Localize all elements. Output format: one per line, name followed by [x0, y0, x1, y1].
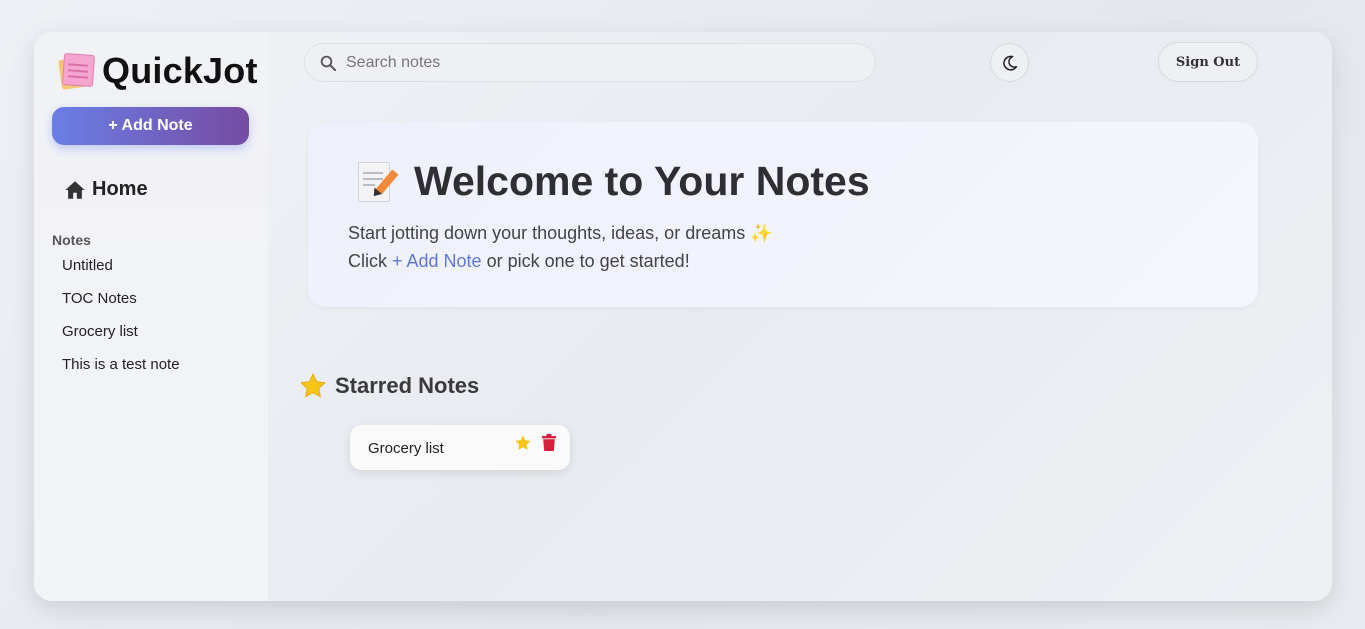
- welcome-subtitle: Start jotting down your thoughts, ideas,…: [348, 223, 773, 243]
- search-input[interactable]: [346, 53, 846, 72]
- starred-note-title: Grocery list: [368, 440, 444, 457]
- welcome-add-note-link[interactable]: + Add Note: [392, 251, 482, 271]
- home-icon: [65, 180, 85, 199]
- welcome-instructions: Click + Add Note or pick one to get star…: [348, 251, 690, 272]
- star-icon: [300, 373, 326, 398]
- sidebar-item-home-label: Home: [92, 178, 148, 200]
- sticky-notes-icon: [58, 52, 96, 90]
- app-logo: QuickJot: [58, 50, 258, 92]
- add-note-button[interactable]: + Add Note: [52, 107, 249, 145]
- notes-section-heading: Notes: [52, 232, 91, 248]
- note-list-item[interactable]: Untitled: [62, 257, 180, 290]
- app-window: QuickJot + Add Note Home Notes Untitled …: [34, 32, 1332, 601]
- welcome-title: Welcome to Your Notes: [356, 158, 870, 205]
- sidebar: QuickJot + Add Note Home Notes Untitled …: [34, 32, 268, 601]
- theme-toggle-button[interactable]: [990, 43, 1029, 82]
- sidebar-item-home[interactable]: Home: [64, 178, 148, 201]
- trash-icon[interactable]: [542, 434, 556, 451]
- welcome-instructions-suffix: or pick one to get started!: [481, 251, 690, 271]
- note-list: Untitled TOC Notes Grocery list This is …: [62, 257, 180, 389]
- search-icon: [320, 55, 337, 71]
- main-content: Sign Out Welcome to Your Notes Start jot…: [268, 32, 1332, 601]
- search-bar[interactable]: [304, 43, 876, 82]
- sign-out-button[interactable]: Sign Out: [1158, 42, 1258, 82]
- welcome-card: Welcome to Your Notes Start jotting down…: [308, 122, 1258, 307]
- welcome-instructions-prefix: Click: [348, 251, 392, 271]
- app-name: QuickJot: [102, 50, 258, 91]
- moon-icon: [1002, 55, 1017, 71]
- note-list-item[interactable]: This is a test note: [62, 356, 180, 389]
- starred-note-card[interactable]: Grocery list: [350, 425, 570, 470]
- welcome-heading: Welcome to Your Notes: [414, 158, 870, 204]
- star-toggle-icon[interactable]: [514, 434, 532, 452]
- note-list-item[interactable]: TOC Notes: [62, 290, 180, 323]
- memo-icon: [356, 160, 399, 204]
- starred-notes-title: Starred Notes: [335, 373, 480, 398]
- starred-notes-heading: Starred Notes: [299, 372, 479, 400]
- note-list-item[interactable]: Grocery list: [62, 323, 180, 356]
